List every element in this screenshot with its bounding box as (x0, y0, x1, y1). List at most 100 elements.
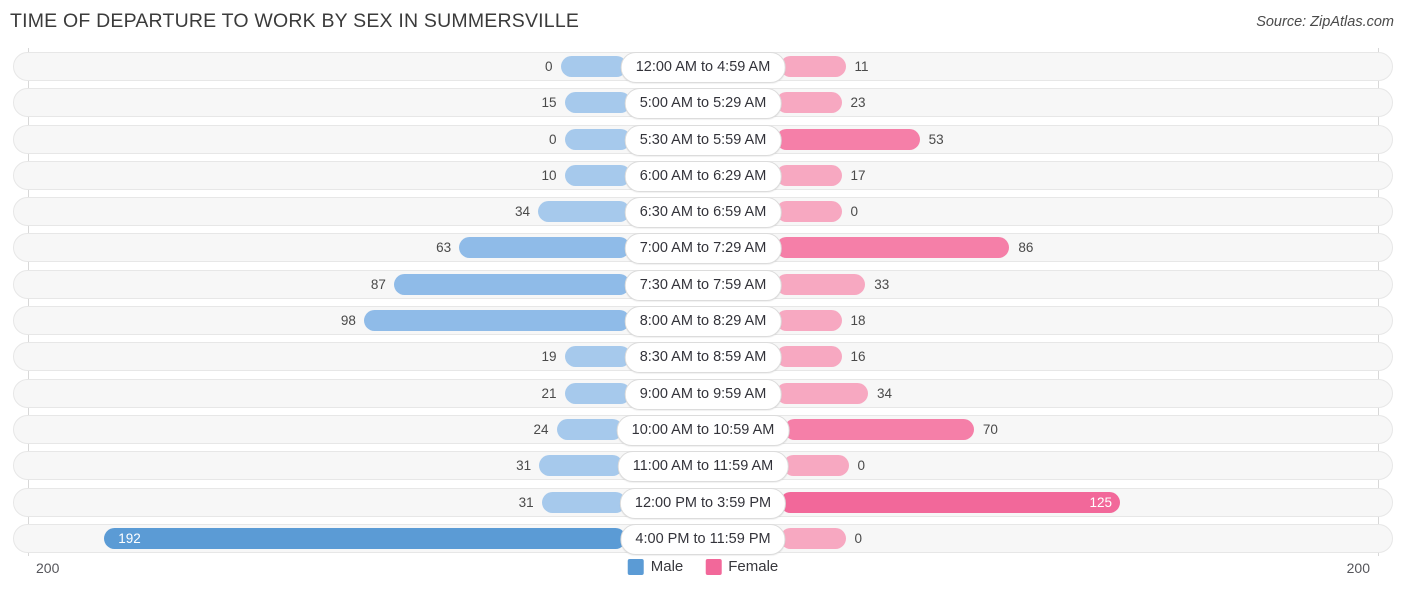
bar-female[interactable] (780, 491, 1120, 513)
bar-value-male: 0 (544, 59, 553, 74)
chart-row[interactable]: 34 0 6:30 AM to 6:59 AM (0, 193, 1406, 229)
bar-male[interactable] (556, 418, 623, 440)
bar-value-male: 87 (370, 276, 386, 292)
chart-row[interactable]: 63 86 7:00 AM to 7:29 AM (0, 229, 1406, 265)
bar-male[interactable] (459, 237, 631, 259)
legend-swatch-female-icon (705, 558, 722, 575)
bar-male[interactable] (393, 273, 631, 295)
chart-row[interactable]: 19 16 8:30 AM to 8:59 AM (0, 338, 1406, 374)
bar-value-female: 34 (876, 385, 892, 401)
bar-male[interactable] (560, 56, 627, 77)
chart-row[interactable]: 15 23 5:00 AM to 5:29 AM (0, 84, 1406, 120)
row-category-label: 6:30 AM to 6:59 AM (624, 197, 782, 229)
row-bars: 63 86 7:00 AM to 7:29 AM (0, 229, 1406, 265)
legend-label-female: Female (728, 558, 779, 575)
bar-female[interactable] (775, 346, 842, 368)
row-bars: 0 53 5:30 AM to 5:59 AM (0, 121, 1406, 157)
row-bars: 21 34 9:00 AM to 9:59 AM (0, 375, 1406, 411)
row-category-label: 8:30 AM to 8:59 AM (624, 342, 782, 374)
row-category-label: 5:30 AM to 5:59 AM (624, 124, 782, 156)
bar-value-male: 21 (541, 385, 557, 401)
row-category-label: 4:00 PM to 11:59 PM (620, 523, 786, 555)
bar-value-male: 0 (548, 131, 557, 147)
row-category-label: 9:00 AM to 9:59 AM (624, 378, 782, 410)
row-category-label: 12:00 AM to 4:59 AM (620, 52, 786, 83)
bar-female[interactable] (782, 455, 849, 477)
bar-female[interactable] (779, 56, 846, 77)
bar-value-female: 0 (850, 204, 859, 220)
bar-female[interactable] (775, 164, 842, 186)
bar-value-female: 16 (850, 349, 866, 365)
legend-item-female[interactable]: Female (705, 558, 778, 575)
chart-rows: 0 11 12:00 AM to 4:59 AM 15 23 5:00 AM to 5:2… (0, 48, 1406, 556)
bar-value-male: 63 (436, 240, 452, 256)
bar-female[interactable] (783, 418, 974, 440)
chart-row[interactable]: 0 53 5:30 AM to 5:59 AM (0, 121, 1406, 157)
bar-male[interactable] (564, 382, 631, 404)
row-bars: 10 17 6:00 AM to 6:29 AM (0, 157, 1406, 193)
chart-row[interactable]: 24 70 10:00 AM to 10:59 AM (0, 411, 1406, 447)
chart-legend: Male Female (627, 558, 778, 575)
bar-value-female: 23 (850, 95, 866, 111)
bar-value-male: 98 (340, 313, 356, 329)
row-bars: 31 125 12:00 PM to 3:59 PM (0, 484, 1406, 520)
chart-row[interactable]: 31 0 11:00 AM to 11:59 AM (0, 447, 1406, 483)
bar-female[interactable] (775, 201, 842, 223)
chart-header: TIME OF DEPARTURE TO WORK BY SEX IN SUMM… (0, 0, 1406, 40)
bar-male[interactable] (541, 491, 626, 513)
bar-value-male: 31 (516, 458, 532, 474)
bar-value-female: 70 (982, 421, 998, 437)
chart-row[interactable]: 10 17 6:00 AM to 6:29 AM (0, 157, 1406, 193)
bar-male[interactable] (104, 527, 627, 549)
row-bars: 24 70 10:00 AM to 10:59 AM (0, 411, 1406, 447)
source-attribution: Source: ZipAtlas.com (1256, 14, 1394, 30)
bar-value-female: 125 (1089, 494, 1112, 510)
chart-row[interactable]: 87 33 7:30 AM to 7:59 AM (0, 266, 1406, 302)
row-bars: 34 0 6:30 AM to 6:59 AM (0, 193, 1406, 229)
chart-footer: 200 200 Male Female (0, 552, 1406, 595)
bar-value-male: 192 (118, 530, 141, 546)
row-category-label: 7:30 AM to 7:59 AM (624, 269, 782, 301)
bar-value-male: 15 (541, 95, 557, 111)
bar-male[interactable] (539, 455, 624, 477)
bar-female[interactable] (775, 237, 1010, 259)
axis-tick-right: 200 (1346, 560, 1370, 576)
chart-row[interactable]: 21 34 9:00 AM to 9:59 AM (0, 375, 1406, 411)
row-bars: 0 11 12:00 AM to 4:59 AM (0, 48, 1406, 84)
bar-value-female: 18 (850, 313, 866, 329)
bar-male[interactable] (538, 201, 631, 223)
bar-male[interactable] (564, 128, 631, 150)
chart-row[interactable]: 0 11 12:00 AM to 4:59 AM (0, 48, 1406, 84)
bar-male[interactable] (564, 92, 631, 114)
bar-female[interactable] (775, 273, 866, 295)
row-category-label: 7:00 AM to 7:29 AM (624, 233, 782, 265)
bar-male[interactable] (564, 346, 631, 368)
bar-value-female: 17 (850, 167, 866, 183)
bar-female[interactable] (779, 527, 846, 549)
chart-row[interactable]: 31 125 12:00 PM to 3:59 PM (0, 484, 1406, 520)
row-category-label: 5:00 AM to 5:29 AM (624, 88, 782, 120)
bar-value-male: 19 (541, 349, 557, 365)
row-bars: 192 0 4:00 PM to 11:59 PM (0, 520, 1406, 556)
row-bars: 15 23 5:00 AM to 5:29 AM (0, 84, 1406, 120)
bar-female[interactable] (775, 92, 842, 114)
legend-label-male: Male (650, 558, 684, 575)
chart-row[interactable]: 98 18 8:00 AM to 8:29 AM (0, 302, 1406, 338)
row-bars: 98 18 8:00 AM to 8:29 AM (0, 302, 1406, 338)
chart-row[interactable]: 192 0 4:00 PM to 11:59 PM (0, 520, 1406, 556)
bar-value-female: 86 (1018, 240, 1034, 256)
row-category-label: 6:00 AM to 6:29 AM (624, 160, 782, 192)
legend-swatch-male-icon (627, 558, 644, 575)
bar-value-female: 0 (854, 530, 863, 546)
bar-female[interactable] (775, 382, 868, 404)
bar-male[interactable] (564, 164, 631, 186)
row-category-label: 12:00 PM to 3:59 PM (619, 487, 787, 519)
bar-male[interactable] (363, 310, 631, 332)
row-category-label: 11:00 AM to 11:59 AM (617, 451, 789, 483)
legend-item-male[interactable]: Male (627, 558, 684, 575)
bar-female[interactable] (775, 310, 842, 332)
row-bars: 19 16 8:30 AM to 8:59 AM (0, 338, 1406, 374)
bar-female[interactable] (775, 128, 920, 150)
bar-value-female: 0 (857, 458, 866, 474)
row-category-label: 8:00 AM to 8:29 AM (624, 306, 782, 338)
